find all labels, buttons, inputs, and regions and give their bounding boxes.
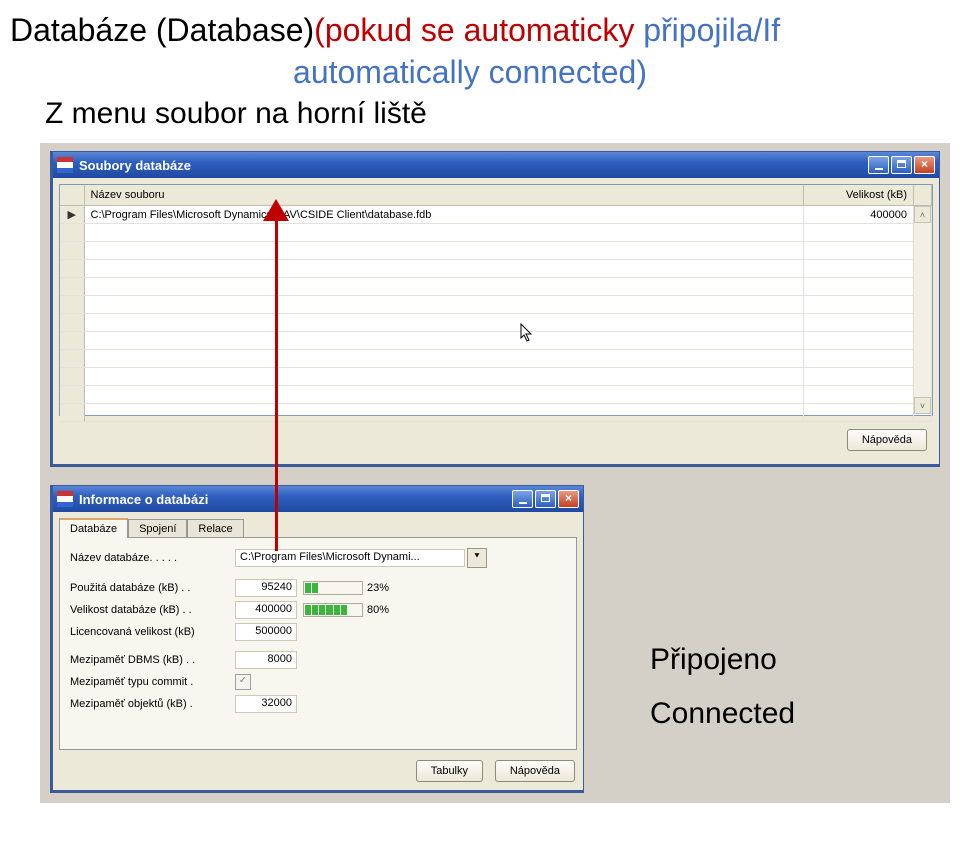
window-database-files: Soubory databáze × Název souboru Velikos… [50,151,940,467]
annotation-arrow [275,213,278,551]
heading-part-black: Databáze (Database) [10,12,314,48]
col-filename[interactable]: Název souboru [84,185,804,206]
table-row[interactable] [60,314,932,332]
help-button[interactable]: Nápověda [495,760,575,782]
annotation-arrow-head-icon [263,199,289,221]
win1-titlebar[interactable]: Soubory databáze × [53,152,939,178]
scroll-down-icon[interactable]: ˅ [914,397,931,414]
win2-titlebar[interactable]: Informace o databázi × [53,486,583,512]
pct-used-db: 23% [367,582,389,594]
progress-used-db [303,581,363,595]
label-size-db: Velikost databáze (kB) . . [70,604,235,616]
app-icon [57,157,73,173]
screenshot-canvas: Soubory databáze × Název souboru Velikos… [10,143,950,803]
close-button[interactable]: × [558,490,579,508]
cell-filename[interactable]: C:\Program Files\Microsoft Dynamics NAV\… [84,206,804,224]
app-icon [57,491,73,507]
field-size-db: 400000 [235,601,297,619]
window-database-info: Informace o databázi × Databáze Spojení … [50,485,584,793]
win1-title: Soubory databáze [79,158,191,173]
table-row[interactable]: ▶ C:\Program Files\Microsoft Dynamics NA… [60,206,932,224]
grid-header-row: Název souboru Velikost (kB) [60,185,932,206]
cell-size[interactable]: 400000 [804,206,914,224]
row-marker: ▶ [60,206,84,224]
table-row[interactable] [60,332,932,350]
field-object-cache: 32000 [235,695,297,713]
minimize-button[interactable] [512,490,533,508]
table-row[interactable] [60,224,932,242]
field-database-name[interactable]: C:\Program Files\Microsoft Dynami... [235,549,465,567]
label-object-cache: Mezipaměť objektů (kB) . [70,698,235,710]
field-dbms-cache: 8000 [235,651,297,669]
tab-panel-database: Název databáze. . . . . C:\Program Files… [59,537,577,750]
side-annotations: Připojeno Connected [650,643,795,731]
table-row[interactable] [60,278,932,296]
label-database-name: Název databáze. . . . . [70,552,235,564]
pct-size-db: 80% [367,604,389,616]
table-row[interactable] [60,386,932,404]
help-button[interactable]: Nápověda [847,429,927,451]
scroll-up-icon[interactable]: ˄ [914,206,931,223]
tables-button[interactable]: Tabulky [416,760,483,782]
table-row[interactable] [60,242,932,260]
label-connected: Connected [650,697,795,731]
field-licensed-size: 500000 [235,623,297,641]
dropdown-icon[interactable]: ⯆ [467,548,487,568]
label-commit-cache: Mezipaměť typu commit . [70,676,235,688]
label-dbms-cache: Mezipaměť DBMS (kB) . . [70,654,235,666]
tabs: Databáze Spojení Relace [59,518,244,538]
minimize-button[interactable] [868,156,889,174]
slide-heading-line2: automatically connected) [10,54,930,91]
label-used-db: Použitá databáze (kB) . . [70,582,235,594]
maximize-button[interactable] [891,156,912,174]
table-row[interactable] [60,296,932,314]
win2-title: Informace o databázi [79,492,208,507]
label-licensed-size: Licencovaná velikost (kB) [70,626,235,638]
tab-database[interactable]: Databáze [59,518,128,538]
tab-relations[interactable]: Relace [187,519,243,539]
heading-part-red: (pokud se automaticky [314,12,643,48]
grid-scrollbar[interactable]: ˄ ˅ [913,206,931,414]
heading-part-blue-end: připojila/If [643,12,780,48]
checkbox-commit-cache[interactable]: ✓ [235,674,251,690]
label-pripojeno: Připojeno [650,643,795,677]
progress-size-db [303,603,363,617]
table-row[interactable] [60,260,932,278]
col-size[interactable]: Velikost (kB) [804,185,914,206]
slide-subheading: Z menu soubor na horní liště [45,97,930,131]
table-row[interactable] [60,368,932,386]
close-button[interactable]: × [914,156,935,174]
maximize-button[interactable] [535,490,556,508]
database-files-grid[interactable]: Název souboru Velikost (kB) ▶ C:\Program… [59,184,933,416]
table-row[interactable] [60,404,932,422]
field-used-db: 95240 [235,579,297,597]
slide-heading-line1: Databáze (Database)(pokud se automaticky… [10,10,930,50]
tab-connection[interactable]: Spojení [128,519,187,539]
table-row[interactable] [60,350,932,368]
